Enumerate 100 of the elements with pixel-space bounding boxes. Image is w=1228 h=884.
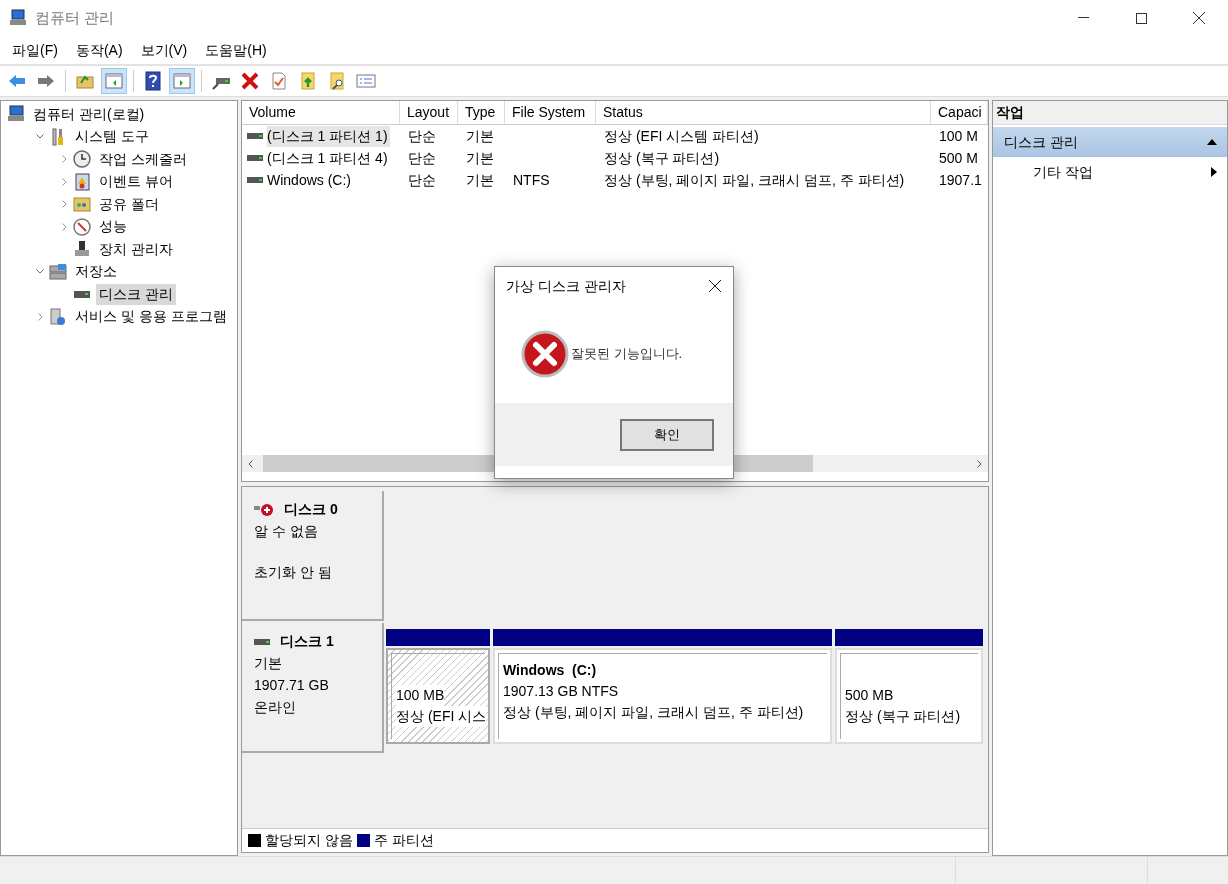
- computer-icon: [7, 105, 25, 124]
- table-cell-text: 정상 (부팅, 페이지 파일, 크래시 덤프, 주 파티션): [604, 170, 905, 190]
- partition-size: 100 MB: [396, 684, 445, 706]
- legend-label: 주 파티션: [373, 831, 434, 850]
- collapsed-chevron-icon[interactable]: [61, 200, 67, 209]
- scroll-left-icon[interactable]: [248, 459, 253, 468]
- menu-item[interactable]: 동작(A): [66, 39, 132, 61]
- minimize-icon: [1077, 17, 1089, 19]
- section-title: 디스크 관리: [1004, 132, 1078, 152]
- delete-icon: [240, 71, 260, 91]
- disk-drive-icon: [247, 176, 263, 184]
- column-header[interactable]: Capaci: [931, 101, 988, 124]
- expanded-chevron-icon[interactable]: [36, 134, 44, 140]
- tree-item[interactable]: 이벤트 뷰어: [96, 171, 176, 193]
- table-cell-text: 1907.1: [939, 170, 982, 190]
- device-icon: [73, 240, 91, 259]
- table-cell-text: 단순: [408, 148, 436, 168]
- console-tree-icon: [104, 71, 124, 91]
- disk-name: 디스크 1: [280, 632, 334, 651]
- partition-block[interactable]: Windows (C:) 1907.13 GB NTFS 정상 (부팅, 페이지 파일, 크래시 덤프, 주 파티션): [493, 648, 832, 744]
- disk-status: 초기화 안 됨: [254, 563, 333, 582]
- volume-name[interactable]: Windows (C:): [267, 169, 353, 191]
- table-cell-text: 500 M: [939, 148, 978, 168]
- disk-type: 기본: [254, 654, 283, 673]
- disk-drive-icon: [247, 132, 263, 140]
- table-cell-text: 기본: [466, 170, 494, 190]
- services-icon: [49, 307, 67, 326]
- disk-size: 1907.71 GB: [254, 676, 330, 695]
- menu-item[interactable]: 보기(V): [131, 39, 197, 61]
- table-cell-text: 기본: [466, 148, 494, 168]
- app-icon: [9, 9, 27, 27]
- partition-status: 정상 (EFI 시스: [396, 705, 487, 727]
- tree-item[interactable]: 성능: [96, 216, 130, 238]
- log-book-icon: [73, 172, 91, 191]
- tree-item[interactable]: 저장소: [72, 261, 120, 283]
- tree-item[interactable]: 장치 관리자: [96, 238, 176, 260]
- partition-status: 정상 (부팅, 페이지 파일, 크래시 덤프, 주 파티션): [503, 703, 804, 722]
- actions-section[interactable]: 디스크 관리: [993, 127, 1227, 157]
- maximize-icon: [1135, 12, 1147, 24]
- scroll-right-icon[interactable]: [977, 459, 982, 468]
- menu-item[interactable]: 도움말(H): [196, 39, 276, 61]
- collapsed-chevron-icon[interactable]: [37, 312, 43, 321]
- table-cell-text: 100 M: [939, 126, 978, 146]
- column-header[interactable]: Volume: [242, 101, 400, 124]
- collapse-caret-icon[interactable]: [1207, 139, 1217, 145]
- help-icon: [143, 71, 163, 91]
- table-cell-text: 정상 (EFI 시스템 파티션): [604, 126, 759, 146]
- table-cell-text: 기본: [466, 126, 494, 146]
- partition-status: 정상 (복구 파티션): [845, 706, 961, 726]
- tree-item[interactable]: 디스크 관리: [96, 283, 176, 305]
- tree-item[interactable]: 공유 폴더: [96, 193, 162, 215]
- collapsed-chevron-icon[interactable]: [61, 155, 67, 164]
- page-magnifier-icon: [327, 71, 347, 91]
- action-pane-icon: [172, 71, 192, 91]
- document-check-icon: [269, 71, 289, 91]
- disk-drive-icon: [247, 154, 263, 162]
- tree-item[interactable]: 컴퓨터 관리(로컬): [30, 103, 148, 125]
- partition-block[interactable]: 500 MB 정상 (복구 파티션): [835, 648, 983, 744]
- disk-drive-icon: [254, 637, 270, 646]
- column-header[interactable]: Status: [596, 101, 931, 124]
- clock-icon: [73, 150, 91, 169]
- legend-label: 할당되지 않음: [265, 831, 353, 850]
- partition-size: 1907.13 GB NTFS: [503, 682, 619, 701]
- collapsed-chevron-icon[interactable]: [61, 177, 67, 186]
- tree-item[interactable]: 시스템 도구: [72, 126, 152, 148]
- table-cell-text: 단순: [408, 170, 436, 190]
- dialog-title: 가상 디스크 관리자: [506, 276, 626, 296]
- volume-name[interactable]: (디스크 1 파티션 1): [267, 125, 390, 147]
- collapsed-chevron-icon[interactable]: [61, 222, 67, 231]
- partition-size: 500 MB: [845, 685, 894, 705]
- submenu-arrow-icon: [1211, 167, 1217, 177]
- tree-item[interactable]: 작업 스케줄러: [96, 148, 190, 170]
- disk-error-icon: [254, 502, 274, 517]
- storage-icon: [49, 262, 67, 281]
- column-header[interactable]: Layout: [400, 101, 458, 124]
- table-cell-text: 단순: [408, 126, 436, 146]
- column-header[interactable]: File System: [505, 101, 596, 124]
- partition-label: Windows (C:): [503, 661, 598, 680]
- expanded-chevron-icon[interactable]: [36, 269, 44, 275]
- menu-item[interactable]: 파일(F): [3, 39, 67, 61]
- close-icon[interactable]: [709, 280, 721, 292]
- close-icon: [1193, 12, 1205, 24]
- action-item[interactable]: 기타 작업: [993, 157, 1227, 187]
- table-cell-text: NTFS: [513, 170, 550, 190]
- table-cell-text: 정상 (복구 파티션): [604, 148, 720, 168]
- disk-name: 디스크 0: [284, 500, 338, 519]
- disk-type: 알 수 없음: [254, 522, 319, 541]
- error-icon: [521, 330, 569, 378]
- gauge-icon: [73, 217, 91, 236]
- volume-name[interactable]: (디스크 1 파티션 4): [267, 147, 390, 169]
- actions-header: 작업: [993, 101, 1227, 125]
- column-header[interactable]: Type: [458, 101, 505, 124]
- error-message: 잘못된 기능입니다.: [571, 345, 683, 364]
- partition-block[interactable]: 100 MB 정상 (EFI 시스: [386, 648, 490, 744]
- ok-button[interactable]: 확인: [620, 418, 714, 451]
- tree-item[interactable]: 서비스 및 응용 프로그램: [72, 306, 230, 328]
- window-title: 컴퓨터 관리: [35, 7, 115, 28]
- shared-folder-icon: [73, 195, 91, 214]
- checklist-icon: [356, 71, 376, 91]
- disk-status: 온라인: [254, 698, 297, 717]
